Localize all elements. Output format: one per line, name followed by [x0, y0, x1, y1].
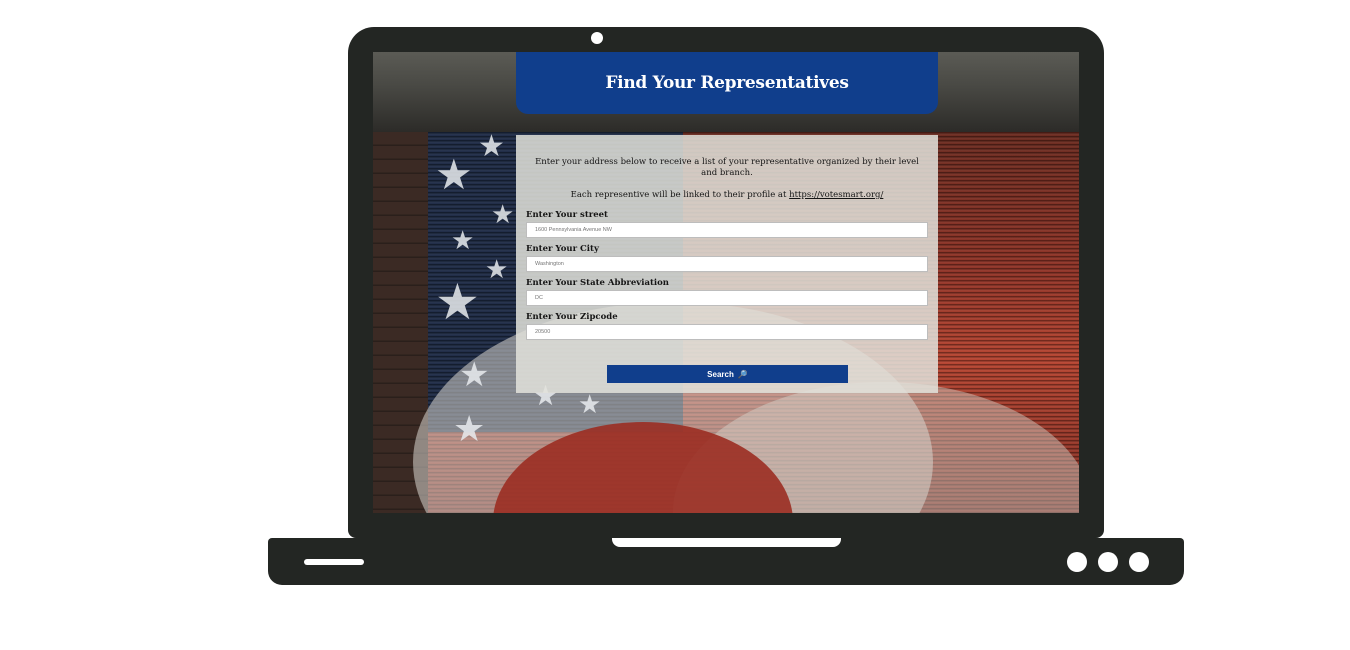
- star-icon: ★: [453, 409, 486, 450]
- state-input[interactable]: [526, 290, 928, 306]
- intro-link-line: Each representive will be linked to thei…: [526, 190, 928, 200]
- votesmart-link[interactable]: https://votesmart.org/: [789, 190, 883, 200]
- search-icon: 🔎: [737, 369, 748, 379]
- indicator-dot-icon: [1129, 552, 1149, 572]
- search-button-label: Search: [707, 369, 734, 379]
- indicator-dot-icon: [1098, 552, 1118, 572]
- star-icon: ★: [491, 200, 515, 230]
- indicator-dot-icon: [1067, 552, 1087, 572]
- webcam-icon: [591, 32, 603, 44]
- star-icon: ★: [435, 273, 480, 331]
- laptop-notch: [612, 538, 841, 547]
- page-title: Find Your Representatives: [605, 73, 849, 93]
- zipcode-label: Enter Your Zipcode: [526, 312, 618, 322]
- star-icon: ★: [478, 129, 505, 164]
- street-label: Enter Your street: [526, 210, 608, 220]
- laptop-speaker-icon: [304, 559, 364, 565]
- search-button[interactable]: Search 🔎: [607, 365, 848, 383]
- header-banner: Find Your Representatives: [516, 52, 938, 114]
- state-label: Enter Your State Abbreviation: [526, 278, 669, 288]
- city-input[interactable]: [526, 256, 928, 272]
- address-fields: Enter Your street Enter Your City Enter …: [526, 208, 928, 340]
- address-form-panel: Enter your address below to receive a li…: [516, 135, 938, 393]
- star-icon: ★: [435, 150, 473, 199]
- city-label: Enter Your City: [526, 244, 599, 254]
- star-icon: ★: [485, 255, 509, 285]
- intro-text: Enter your address below to receive a li…: [535, 157, 919, 178]
- zipcode-input[interactable]: [526, 324, 928, 340]
- star-icon: ★: [451, 226, 475, 256]
- star-icon: ★: [459, 355, 490, 395]
- street-input[interactable]: [526, 222, 928, 238]
- star-icon: ★: [578, 390, 602, 420]
- intro-link-prefix: Each representive will be linked to thei…: [570, 190, 790, 200]
